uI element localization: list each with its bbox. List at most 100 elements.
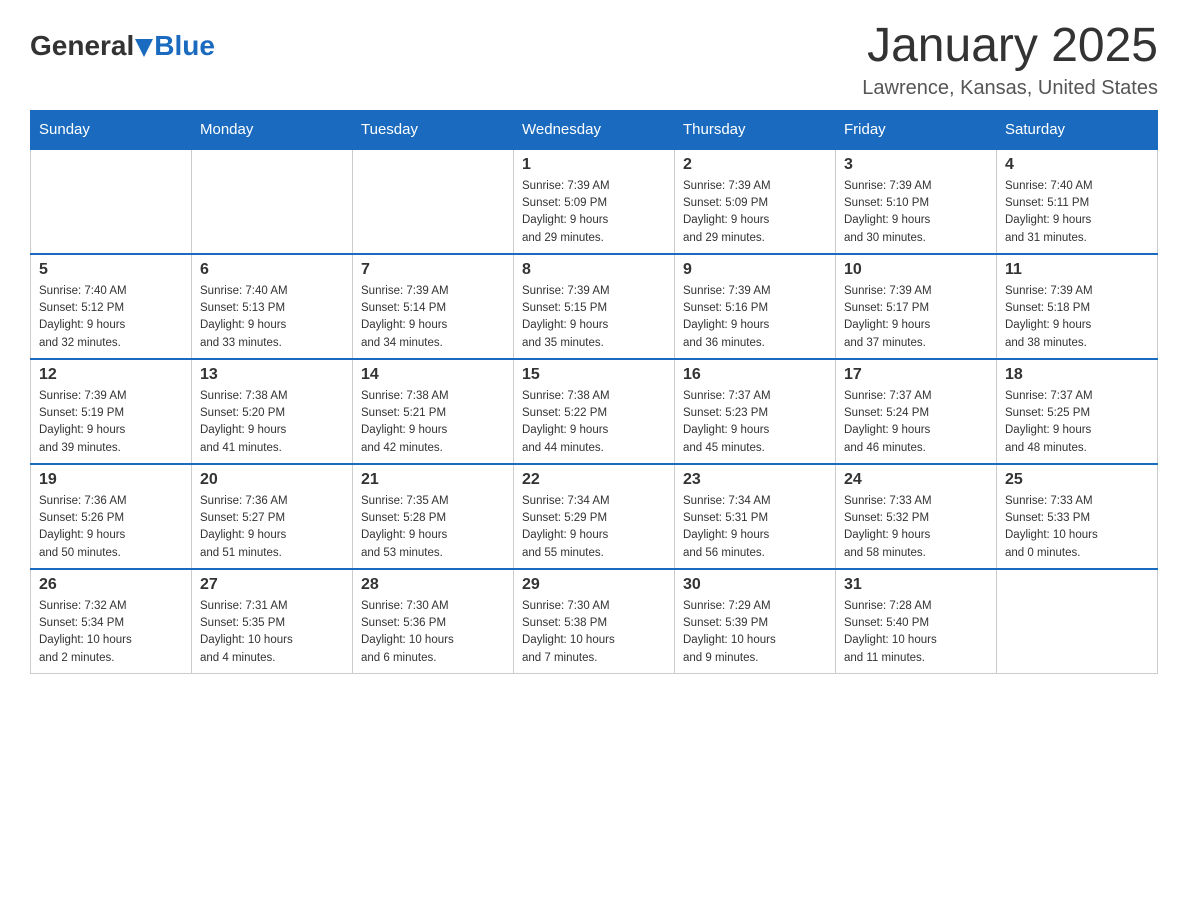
day-number: 8 bbox=[522, 261, 666, 279]
calendar-cell bbox=[31, 149, 192, 254]
day-info: Sunrise: 7:34 AM Sunset: 5:31 PM Dayligh… bbox=[683, 493, 827, 562]
calendar-week-row: 19 Sunrise: 7:36 AM Sunset: 5:26 PM Dayli… bbox=[31, 464, 1158, 569]
calendar-header-row: SundayMondayTuesdayWednesdayThursdayFrid… bbox=[31, 110, 1158, 149]
day-number: 29 bbox=[522, 576, 666, 594]
day-number: 7 bbox=[361, 261, 505, 279]
day-number: 14 bbox=[361, 366, 505, 384]
day-info: Sunrise: 7:38 AM Sunset: 5:20 PM Dayligh… bbox=[200, 388, 344, 457]
day-info: Sunrise: 7:39 AM Sunset: 5:10 PM Dayligh… bbox=[844, 178, 988, 247]
day-number: 27 bbox=[200, 576, 344, 594]
day-info: Sunrise: 7:32 AM Sunset: 5:34 PM Dayligh… bbox=[39, 598, 183, 667]
calendar-week-row: 5 Sunrise: 7:40 AM Sunset: 5:12 PM Daylig… bbox=[31, 254, 1158, 359]
day-info: Sunrise: 7:38 AM Sunset: 5:22 PM Dayligh… bbox=[522, 388, 666, 457]
day-number: 21 bbox=[361, 471, 505, 489]
day-info: Sunrise: 7:39 AM Sunset: 5:16 PM Dayligh… bbox=[683, 283, 827, 352]
day-number: 30 bbox=[683, 576, 827, 594]
day-number: 26 bbox=[39, 576, 183, 594]
day-number: 19 bbox=[39, 471, 183, 489]
calendar-cell: 28Sunrise: 7:30 AM Sunset: 5:36 PM Dayli… bbox=[353, 569, 514, 674]
calendar-cell: 31Sunrise: 7:28 AM Sunset: 5:40 PM Dayli… bbox=[836, 569, 997, 674]
day-info: Sunrise: 7:40 AM Sunset: 5:13 PM Dayligh… bbox=[200, 283, 344, 352]
day-number: 1 bbox=[522, 156, 666, 174]
calendar-cell: 1 Sunrise: 7:39 AM Sunset: 5:09 PM Daylig… bbox=[514, 149, 675, 254]
calendar-cell: 29 Sunrise: 7:30 AM Sunset: 5:38 PM Dayli… bbox=[514, 569, 675, 674]
calendar-cell: 19 Sunrise: 7:36 AM Sunset: 5:26 PM Dayli… bbox=[31, 464, 192, 569]
day-number: 24 bbox=[844, 471, 988, 489]
day-number: 10 bbox=[844, 261, 988, 279]
day-number: 15 bbox=[522, 366, 666, 384]
day-number: 18 bbox=[1005, 366, 1149, 384]
day-number: 3 bbox=[844, 156, 988, 174]
day-info: Sunrise: 7:31 AM Sunset: 5:35 PM Dayligh… bbox=[200, 598, 344, 667]
day-info: Sunrise: 7:36 AM Sunset: 5:27 PM Dayligh… bbox=[200, 493, 344, 562]
calendar-cell: 2 Sunrise: 7:39 AM Sunset: 5:09 PM Daylig… bbox=[675, 149, 836, 254]
day-info: Sunrise: 7:33 AM Sunset: 5:33 PM Dayligh… bbox=[1005, 493, 1149, 562]
calendar-cell: 21Sunrise: 7:35 AM Sunset: 5:28 PM Dayli… bbox=[353, 464, 514, 569]
calendar-cell: 11 Sunrise: 7:39 AM Sunset: 5:18 PM Dayli… bbox=[997, 254, 1158, 359]
day-number: 11 bbox=[1005, 261, 1149, 279]
day-number: 4 bbox=[1005, 156, 1149, 174]
day-info: Sunrise: 7:30 AM Sunset: 5:36 PM Dayligh… bbox=[361, 598, 505, 667]
day-number: 20 bbox=[200, 471, 344, 489]
day-number: 25 bbox=[1005, 471, 1149, 489]
calendar-cell: 7 Sunrise: 7:39 AM Sunset: 5:14 PM Daylig… bbox=[353, 254, 514, 359]
calendar-cell: 17Sunrise: 7:37 AM Sunset: 5:24 PM Dayli… bbox=[836, 359, 997, 464]
column-header-thursday: Thursday bbox=[675, 110, 836, 149]
month-title: January 2025 bbox=[862, 20, 1158, 73]
day-info: Sunrise: 7:34 AM Sunset: 5:29 PM Dayligh… bbox=[522, 493, 666, 562]
calendar-cell bbox=[997, 569, 1158, 674]
logo-blue-text: Blue bbox=[154, 30, 215, 62]
day-info: Sunrise: 7:30 AM Sunset: 5:38 PM Dayligh… bbox=[522, 598, 666, 667]
calendar-cell: 23 Sunrise: 7:34 AM Sunset: 5:31 PM Dayli… bbox=[675, 464, 836, 569]
calendar-cell bbox=[353, 149, 514, 254]
calendar-cell: 5 Sunrise: 7:40 AM Sunset: 5:12 PM Daylig… bbox=[31, 254, 192, 359]
day-number: 9 bbox=[683, 261, 827, 279]
location-label: Lawrence, Kansas, United States bbox=[862, 77, 1158, 100]
column-header-friday: Friday bbox=[836, 110, 997, 149]
day-number: 13 bbox=[200, 366, 344, 384]
calendar-cell: 30 Sunrise: 7:29 AM Sunset: 5:39 PM Dayli… bbox=[675, 569, 836, 674]
day-number: 17 bbox=[844, 366, 988, 384]
column-header-sunday: Sunday bbox=[31, 110, 192, 149]
calendar-cell: 4Sunrise: 7:40 AM Sunset: 5:11 PM Daylig… bbox=[997, 149, 1158, 254]
logo-triangle-icon bbox=[135, 39, 153, 57]
day-info: Sunrise: 7:37 AM Sunset: 5:23 PM Dayligh… bbox=[683, 388, 827, 457]
day-info: Sunrise: 7:39 AM Sunset: 5:15 PM Dayligh… bbox=[522, 283, 666, 352]
day-number: 5 bbox=[39, 261, 183, 279]
calendar-table: SundayMondayTuesdayWednesdayThursdayFrid… bbox=[30, 110, 1158, 674]
day-number: 6 bbox=[200, 261, 344, 279]
day-number: 2 bbox=[683, 156, 827, 174]
calendar-cell: 24 Sunrise: 7:33 AM Sunset: 5:32 PM Dayli… bbox=[836, 464, 997, 569]
calendar-cell: 26 Sunrise: 7:32 AM Sunset: 5:34 PM Dayli… bbox=[31, 569, 192, 674]
calendar-cell: 16Sunrise: 7:37 AM Sunset: 5:23 PM Dayli… bbox=[675, 359, 836, 464]
day-number: 23 bbox=[683, 471, 827, 489]
day-info: Sunrise: 7:39 AM Sunset: 5:18 PM Dayligh… bbox=[1005, 283, 1149, 352]
calendar-cell: 15 Sunrise: 7:38 AM Sunset: 5:22 PM Dayli… bbox=[514, 359, 675, 464]
calendar-cell: 27 Sunrise: 7:31 AM Sunset: 5:35 PM Dayli… bbox=[192, 569, 353, 674]
day-info: Sunrise: 7:39 AM Sunset: 5:09 PM Dayligh… bbox=[522, 178, 666, 247]
column-header-saturday: Saturday bbox=[997, 110, 1158, 149]
calendar-week-row: 12Sunrise: 7:39 AM Sunset: 5:19 PM Dayli… bbox=[31, 359, 1158, 464]
day-info: Sunrise: 7:39 AM Sunset: 5:14 PM Dayligh… bbox=[361, 283, 505, 352]
calendar-cell bbox=[192, 149, 353, 254]
day-info: Sunrise: 7:38 AM Sunset: 5:21 PM Dayligh… bbox=[361, 388, 505, 457]
day-info: Sunrise: 7:40 AM Sunset: 5:12 PM Dayligh… bbox=[39, 283, 183, 352]
column-header-monday: Monday bbox=[192, 110, 353, 149]
calendar-cell: 20 Sunrise: 7:36 AM Sunset: 5:27 PM Dayli… bbox=[192, 464, 353, 569]
title-section: January 2025 Lawrence, Kansas, United St… bbox=[862, 20, 1158, 100]
day-info: Sunrise: 7:36 AM Sunset: 5:26 PM Dayligh… bbox=[39, 493, 183, 562]
calendar-week-row: 1 Sunrise: 7:39 AM Sunset: 5:09 PM Daylig… bbox=[31, 149, 1158, 254]
day-info: Sunrise: 7:39 AM Sunset: 5:17 PM Dayligh… bbox=[844, 283, 988, 352]
day-info: Sunrise: 7:39 AM Sunset: 5:09 PM Dayligh… bbox=[683, 178, 827, 247]
logo-general-text: General bbox=[30, 30, 134, 62]
calendar-cell: 8 Sunrise: 7:39 AM Sunset: 5:15 PM Daylig… bbox=[514, 254, 675, 359]
day-info: Sunrise: 7:29 AM Sunset: 5:39 PM Dayligh… bbox=[683, 598, 827, 667]
calendar-cell: 9 Sunrise: 7:39 AM Sunset: 5:16 PM Daylig… bbox=[675, 254, 836, 359]
calendar-cell: 10 Sunrise: 7:39 AM Sunset: 5:17 PM Dayli… bbox=[836, 254, 997, 359]
page-header: General Blue January 2025 Lawrence, Kans… bbox=[30, 20, 1158, 100]
day-info: Sunrise: 7:28 AM Sunset: 5:40 PM Dayligh… bbox=[844, 598, 988, 667]
column-header-wednesday: Wednesday bbox=[514, 110, 675, 149]
day-info: Sunrise: 7:37 AM Sunset: 5:25 PM Dayligh… bbox=[1005, 388, 1149, 457]
calendar-cell: 22Sunrise: 7:34 AM Sunset: 5:29 PM Dayli… bbox=[514, 464, 675, 569]
day-info: Sunrise: 7:33 AM Sunset: 5:32 PM Dayligh… bbox=[844, 493, 988, 562]
